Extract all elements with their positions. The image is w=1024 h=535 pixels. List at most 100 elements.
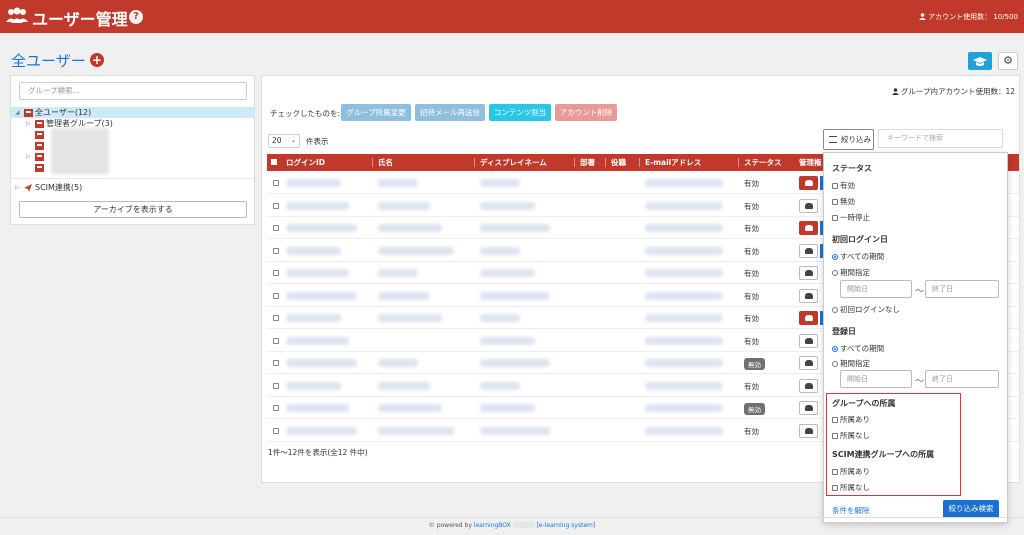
tree-item-admin-group[interactable]: ▷ 管理者グループ(3) — [11, 118, 254, 129]
manager-users-icon[interactable] — [799, 378, 818, 393]
caret-down-icon[interactable]: ◢ — [15, 107, 21, 118]
first-login-none-radio[interactable]: 初回ログインなし — [832, 304, 900, 315]
caret-right-icon[interactable]: ▷ — [26, 151, 32, 162]
users-icon — [6, 7, 28, 23]
col-department[interactable]: 部署 — [580, 154, 595, 171]
manager-users-icon[interactable] — [799, 423, 818, 438]
manager-users-icon[interactable] — [799, 288, 818, 303]
row-checkbox[interactable] — [273, 225, 279, 231]
clear-filters-link[interactable]: 条件を解除 — [832, 505, 870, 516]
group-icon — [35, 142, 44, 150]
col-email[interactable]: E-mailアドレス — [645, 154, 701, 171]
tree-item-hidden[interactable] — [11, 162, 254, 173]
tagline-link[interactable]: [e-learning system] — [537, 522, 596, 529]
per-page-select[interactable]: 20 ⌄ — [268, 134, 300, 148]
group-account-usage-text: グループ内アカウント使用数：12 — [900, 87, 1015, 96]
redacted-cell — [480, 336, 535, 345]
caret-right-icon[interactable]: ▷ — [26, 118, 32, 129]
row-checkbox[interactable] — [273, 360, 279, 366]
help-icon[interactable]: ? — [129, 10, 143, 24]
select-all-checkbox[interactable] — [271, 159, 277, 165]
first-login-all-radio[interactable]: すべての期間 — [832, 251, 884, 262]
redacted-cell — [480, 201, 535, 210]
manager-users-icon[interactable] — [799, 356, 818, 370]
status-suspended-checkbox[interactable]: 一時停止 — [832, 212, 870, 223]
redacted-cell — [480, 179, 520, 187]
first-login-range-radio[interactable]: 期間指定 — [832, 267, 870, 278]
group-member-no-checkbox[interactable]: 所属なし — [832, 430, 870, 441]
first-login-start-input[interactable]: 開始日 — [840, 280, 912, 298]
col-login-id[interactable]: ログインID — [286, 154, 325, 171]
redacted-cell — [378, 201, 430, 210]
resend-invite-button[interactable]: 招待メール再送信 — [415, 104, 485, 121]
tree-item-scim[interactable]: ▷ SCIM連携(5) — [11, 182, 254, 193]
manager-users-icon[interactable] — [799, 401, 818, 415]
col-name[interactable]: 氏名 — [378, 154, 393, 171]
registered-start-input[interactable]: 開始日 — [840, 370, 912, 388]
redacted-cell — [378, 179, 418, 187]
row-checkbox[interactable] — [273, 247, 279, 254]
redacted-cell — [286, 201, 349, 210]
filter-button[interactable]: 絞り込み — [823, 129, 874, 150]
tree-item-hidden[interactable] — [11, 129, 254, 140]
manager-users-icon[interactable] — [799, 311, 818, 325]
row-checkbox[interactable] — [273, 382, 279, 389]
group-icon — [35, 153, 44, 161]
assign-content-button[interactable]: コンテンツ割当 — [489, 104, 551, 121]
status-badge: 有効 — [744, 426, 759, 436]
redacted-cell — [286, 269, 349, 277]
row-checkbox[interactable] — [273, 405, 279, 411]
range-separator: 〜 — [915, 287, 925, 297]
group-member-yes-checkbox[interactable]: 所属あり — [832, 414, 870, 425]
graduation-cap-button[interactable] — [968, 52, 992, 70]
app-title: ユーザー管理 — [32, 10, 128, 29]
row-checkbox[interactable] — [273, 270, 279, 276]
group-search-input[interactable]: グループ検索... — [19, 82, 247, 100]
status-active-checkbox[interactable]: 有効 — [832, 180, 855, 191]
brand-link[interactable]: learningBOX — [474, 522, 511, 529]
manager-users-icon[interactable] — [799, 333, 818, 348]
first-login-end-input[interactable]: 終了日 — [925, 280, 999, 298]
status-inactive-checkbox[interactable]: 無効 — [832, 196, 855, 207]
tree-item-hidden[interactable] — [11, 140, 254, 151]
account-usage-text: アカウント使用数： 10/500 — [928, 13, 1018, 21]
row-checkbox[interactable] — [273, 337, 279, 344]
registered-range-radio[interactable]: 期間指定 — [832, 358, 870, 369]
manager-users-icon[interactable] — [799, 176, 818, 190]
manager-users-icon[interactable] — [799, 243, 818, 258]
registered-all-radio[interactable]: すべての期間 — [832, 343, 884, 354]
redacted-cell — [645, 291, 723, 300]
col-display-name[interactable]: ディスプレイネーム — [480, 154, 547, 171]
filter-button-label: 絞り込み — [841, 135, 871, 144]
delete-account-button[interactable]: アカウント削除 — [555, 104, 617, 121]
tree-item-all-users[interactable]: ◢ 全ユーザー(12) — [11, 107, 254, 118]
col-manager[interactable]: 管理権 — [799, 154, 822, 171]
caret-right-icon[interactable]: ▷ — [15, 182, 21, 193]
redacted-cell — [286, 224, 357, 232]
manager-users-icon[interactable] — [799, 198, 818, 213]
col-status[interactable]: ステータス — [744, 154, 782, 171]
status-badge: 有効 — [744, 201, 759, 211]
settings-button[interactable]: ⚙ — [998, 52, 1018, 70]
redacted-cell — [480, 224, 550, 232]
apply-filter-button[interactable]: 絞り込み検索 — [943, 500, 999, 518]
keyword-search-input[interactable]: キーワードで検索 — [878, 129, 1003, 148]
manager-users-icon[interactable] — [799, 221, 818, 235]
row-checkbox[interactable] — [273, 427, 279, 434]
row-checkbox[interactable] — [273, 180, 279, 186]
row-checkbox[interactable] — [273, 292, 279, 299]
registered-end-input[interactable]: 終了日 — [925, 370, 999, 388]
add-user-button[interactable]: + — [90, 53, 104, 67]
graduation-cap-icon — [973, 57, 987, 66]
row-checkbox[interactable] — [273, 202, 279, 209]
tree-item-hidden[interactable]: ▷ — [11, 151, 254, 162]
show-archive-button[interactable]: アーカイブを表示する — [19, 201, 247, 218]
row-checkbox[interactable] — [273, 315, 279, 321]
change-group-button[interactable]: グループ所属変更 — [341, 104, 411, 121]
col-position[interactable]: 役職 — [611, 154, 626, 171]
redacted-cell — [286, 179, 341, 187]
redacted-cell — [645, 426, 723, 435]
manager-users-icon[interactable] — [799, 266, 818, 280]
scim-member-no-checkbox[interactable]: 所属なし — [832, 482, 870, 493]
scim-member-yes-checkbox[interactable]: 所属あり — [832, 466, 870, 477]
